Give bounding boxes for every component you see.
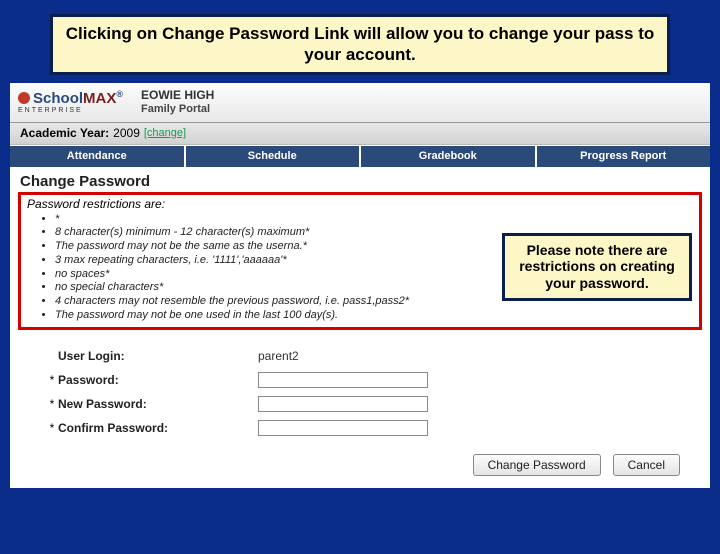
academic-year-bar: Academic Year: 2009 [change]	[10, 123, 710, 145]
password-input[interactable]	[258, 372, 428, 388]
year-label: Academic Year:	[20, 126, 109, 140]
tab-progress-report[interactable]: Progress Report	[537, 146, 711, 167]
row-confirm-password: * Confirm Password:	[46, 416, 690, 440]
change-password-form: User Login: parent2 * Password: * New Pa…	[10, 334, 710, 448]
row-password: * Password:	[46, 368, 690, 392]
change-password-button[interactable]: Change Password	[473, 454, 601, 476]
new-password-input[interactable]	[258, 396, 428, 412]
logo-part-1: Scho	[33, 90, 70, 107]
logo-reg-icon: ®	[116, 89, 123, 99]
logo-part-max: MAX	[83, 90, 116, 107]
required-star: *	[46, 421, 58, 435]
school-name: EOWIE HIGH	[141, 89, 214, 102]
tab-schedule[interactable]: Schedule	[186, 146, 362, 167]
restriction-item: *	[55, 213, 693, 227]
row-new-password: * New Password:	[46, 392, 690, 416]
tab-attendance[interactable]: Attendance	[10, 146, 186, 167]
user-login-label: User Login:	[58, 349, 258, 363]
app-header: SchoolMAX® ENTERPRISE EOWIE HIGH Family …	[10, 83, 710, 123]
cancel-button[interactable]: Cancel	[613, 454, 680, 476]
logo-text: SchoolMAX®	[33, 90, 123, 106]
logo-subtext: ENTERPRISE	[18, 107, 123, 114]
callout-top: Clicking on Change Password Link will al…	[50, 14, 670, 75]
restriction-item: The password may not be one used in the …	[55, 309, 693, 323]
header-school-block: EOWIE HIGH Family Portal	[141, 89, 214, 114]
logo: SchoolMAX® ENTERPRISE	[18, 90, 123, 114]
app-frame: SchoolMAX® ENTERPRISE EOWIE HIGH Family …	[10, 83, 710, 488]
required-star: *	[46, 397, 58, 411]
page-title: Change Password	[10, 167, 710, 192]
row-user-login: User Login: parent2	[46, 344, 690, 368]
tab-gradebook[interactable]: Gradebook	[361, 146, 537, 167]
confirm-password-label: Confirm Password:	[58, 421, 258, 435]
required-star: *	[46, 373, 58, 387]
new-password-label: New Password:	[58, 397, 258, 411]
change-year-link[interactable]: [change]	[144, 127, 186, 139]
callout-side: Please note there are restrictions on cr…	[502, 233, 692, 301]
logo-part-2: o	[70, 90, 79, 107]
button-row: Change Password Cancel	[10, 448, 710, 488]
password-label: Password:	[58, 373, 258, 387]
confirm-password-input[interactable]	[258, 420, 428, 436]
logo-dot-icon	[18, 92, 30, 104]
tab-bar: Attendance Schedule Gradebook Progress R…	[10, 145, 710, 167]
year-value: 2009	[113, 126, 140, 140]
user-login-value: parent2	[258, 349, 518, 363]
portal-label: Family Portal	[141, 103, 214, 115]
restrictions-heading: Password restrictions are:	[27, 197, 693, 211]
